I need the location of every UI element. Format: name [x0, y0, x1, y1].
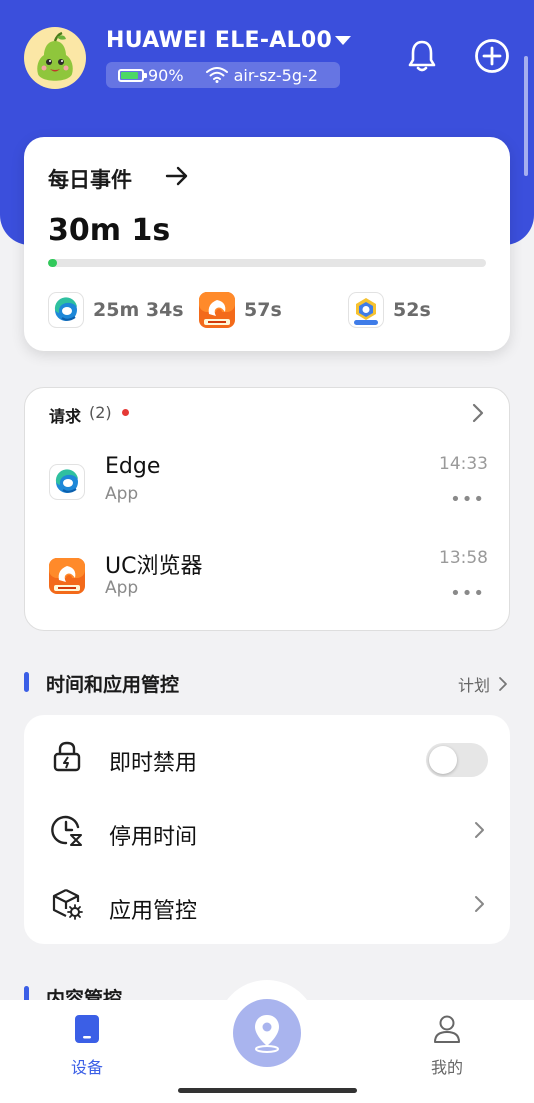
downtime-label: 停用时间 [109, 825, 198, 850]
request-time: 14:33 [439, 454, 488, 474]
requests-title: 请求 [49, 407, 82, 426]
more-options-icon[interactable]: ••• [450, 491, 485, 509]
request-app-type: App [105, 578, 139, 598]
chevron-right-icon [474, 895, 486, 917]
tab-mine-label: 我的 [430, 1058, 463, 1077]
bell-icon[interactable] [404, 38, 440, 74]
request-app-name: Edge [105, 454, 161, 479]
instant-block-label: 即时禁用 [109, 751, 198, 776]
avatar[interactable] [24, 27, 86, 89]
tab-mine[interactable]: 我的 [397, 1014, 497, 1078]
arrow-right-icon[interactable] [164, 165, 190, 191]
scrollbar[interactable] [524, 56, 528, 176]
uc-browser-app-icon [199, 292, 235, 328]
unread-dot [122, 409, 129, 416]
clock-hourglass-icon [51, 815, 82, 846]
chevron-right-icon [499, 677, 507, 691]
daily-events-card[interactable]: 每日事件 30m 1s 25m 34s 57s 52s [24, 137, 510, 351]
section-title-time-control: 时间和应用管控 [46, 674, 180, 696]
location-button[interactable] [233, 999, 301, 1067]
usage-progress-bar [48, 259, 486, 267]
box-gear-icon [52, 889, 83, 920]
chevron-right-icon [474, 821, 486, 843]
daily-events-title: 每日事件 [48, 168, 132, 192]
edge-app-icon [48, 292, 84, 328]
instant-block-row[interactable]: 即时禁用 [24, 719, 510, 791]
instant-block-toggle[interactable] [426, 743, 488, 777]
plan-link[interactable]: 计划 [458, 672, 508, 696]
wifi-icon [205, 67, 228, 83]
usage-time: 57s [244, 299, 282, 321]
request-app-type: App [105, 484, 139, 504]
section-accent-bar [24, 672, 29, 692]
kids-app-icon [348, 292, 384, 328]
downtime-row[interactable]: 停用时间 [24, 793, 510, 865]
device-status-pill: 90% air-sz-5g-2 [106, 62, 340, 88]
pear-avatar-icon [37, 31, 73, 81]
request-app-name: UC浏览器 [105, 554, 203, 579]
request-item-uc[interactable]: UC浏览器 App 13:58 ••• [25, 534, 511, 614]
usage-progress-fill [48, 259, 57, 267]
chevron-down-icon[interactable] [335, 36, 351, 45]
daily-total-time: 30m 1s [48, 213, 171, 248]
request-time: 13:58 [439, 548, 488, 568]
wifi-name: air-sz-5g-2 [233, 65, 318, 85]
home-indicator[interactable] [178, 1088, 357, 1093]
app-control-row[interactable]: 应用管控 [24, 867, 510, 939]
usage-item-uc[interactable]: 57s [199, 292, 282, 328]
device-name[interactable]: HUAWEI ELE-AL00 [106, 28, 332, 53]
usage-item-kids[interactable]: 52s [348, 292, 431, 328]
battery-level: 90% [148, 65, 184, 85]
battery-icon [118, 68, 147, 82]
request-item-edge[interactable]: Edge App 14:33 ••• [25, 440, 511, 520]
location-pin-icon [255, 1015, 279, 1053]
usage-time: 25m 34s [93, 299, 184, 321]
edge-app-icon [49, 464, 85, 500]
requests-count: (2) [89, 403, 112, 422]
tab-devices[interactable]: 设备 [37, 1014, 137, 1078]
lock-icon [53, 741, 81, 772]
more-options-icon[interactable]: ••• [450, 585, 485, 603]
tab-devices-label: 设备 [70, 1058, 103, 1077]
uc-browser-app-icon [49, 558, 85, 594]
app-control-label: 应用管控 [109, 899, 198, 924]
usage-time: 52s [393, 299, 431, 321]
add-icon[interactable] [474, 38, 510, 74]
usage-item-edge[interactable]: 25m 34s [48, 292, 184, 328]
requests-card[interactable]: 请求 (2) Edge App 14:33 ••• UC浏览器 App 13:5… [24, 387, 510, 631]
chevron-right-icon[interactable] [471, 403, 485, 427]
phone-icon [75, 1015, 99, 1043]
plan-label: 计划 [457, 676, 490, 695]
person-icon [434, 1015, 460, 1043]
time-control-card: 即时禁用 停用时间 应用管控 [24, 715, 510, 944]
